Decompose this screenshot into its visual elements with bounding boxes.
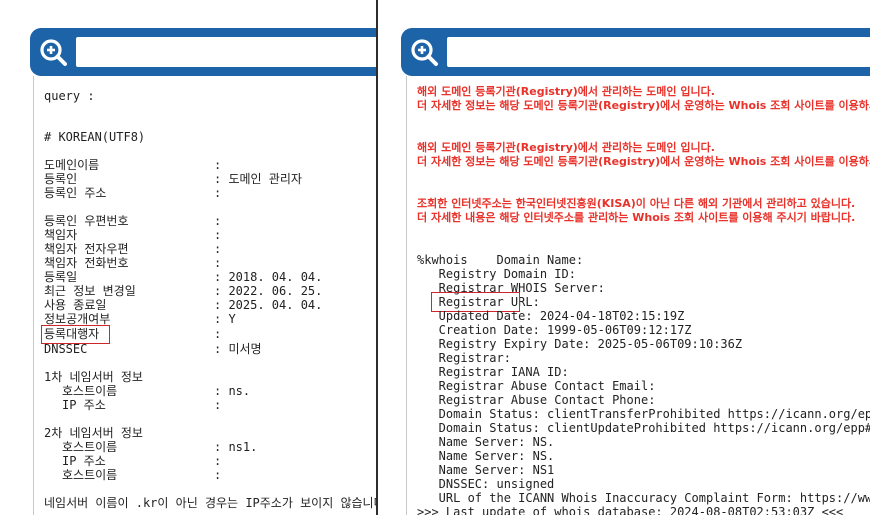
whois-line: Name Server: NS1 [417, 463, 555, 477]
left-whois-result: query : # KOREAN(UTF8) 도메인이름 : 등록인 : 도메인… [33, 76, 376, 515]
warning-text: 해외 도메인 등록기관(Registry)에서 관리하는 도메인 입니다. [417, 141, 715, 154]
warning-text: 더 자세한 정보는 해당 도메인 등록기관(Registry)에서 운영하는 W… [417, 155, 870, 168]
field-label: 정보공개여부 [44, 312, 111, 326]
warning-text: 해외 도메인 등록기관(Registry)에서 관리하는 도메인 입니다. [417, 85, 715, 98]
whois-line: Registrar: [417, 351, 511, 365]
whois-line: Updated Date: 2024-04-18T02:15:19Z [417, 309, 685, 323]
field-value: : [214, 158, 222, 172]
ns-row-label: IP 주소 [62, 398, 106, 412]
field-value: : Y [214, 312, 236, 326]
ns-row-value: : [214, 454, 222, 468]
field-label: 책임자 [44, 228, 78, 242]
field-value: : [214, 327, 222, 341]
query-line: query : [44, 89, 95, 103]
right-whois-panel: 해외 도메인 등록기관(Registry)에서 관리하는 도메인 입니다. 더 … [378, 0, 870, 515]
whois-line: Domain Status: clientUpdateProhibited ht… [438, 421, 870, 435]
field-value: : 2025. 04. 04. [214, 298, 323, 312]
field-label: 최근 정보 변경일 [44, 284, 136, 298]
whois-line: Registrar IANA ID: [417, 365, 569, 379]
whois-line: Registrar Abuse Contact Phone: [417, 393, 656, 407]
field-label: DNSSEC [44, 342, 88, 356]
ns1-title: 1차 네임서버 정보 [44, 370, 143, 384]
ns-row-label: 호스트이름 [62, 468, 118, 482]
whois-line: %kwhois Domain Name: [417, 253, 584, 267]
whois-line: Registrar Abuse Contact Email: [417, 379, 656, 393]
field-value: : [214, 256, 222, 270]
field-value: : [214, 228, 222, 242]
ns-row-label: 호스트이름 [62, 384, 118, 398]
whois-line: Name Server: NS. [417, 449, 555, 463]
whois-line: Creation Date: 1999-05-06T09:12:17Z [417, 323, 692, 337]
field-label: 사용 종료일 [44, 298, 107, 312]
right-whois-result: 해외 도메인 등록기관(Registry)에서 관리하는 도메인 입니다. 더 … [406, 76, 870, 515]
zoom-in-icon[interactable] [409, 37, 439, 67]
whois-line: >>> Last update of whois database: 2024-… [417, 505, 844, 515]
left-search-input[interactable] [76, 37, 376, 67]
warning-text: 조회한 인터넷주소는 한국인터넷진흥원(KISA)이 아닌 다른 해외 기관에서… [417, 197, 856, 210]
field-value: : [214, 242, 222, 256]
ns-row-value: : [214, 468, 222, 482]
field-value: : 2022. 06. 25. [214, 284, 323, 298]
field-label: 등록일 [44, 270, 78, 284]
field-label: 등록인 주소 [44, 186, 107, 200]
left-search-bar [30, 28, 376, 76]
encoding-header: # KOREAN(UTF8) [44, 130, 146, 144]
field-value: : [214, 186, 222, 200]
field-label: 등록인 우편번호 [44, 214, 129, 228]
whois-line: Name Server: NS. [417, 435, 555, 449]
warning-text: 더 자세한 내용은 해당 인터넷주소를 관리하는 Whois 조회 사이트를 이… [417, 211, 856, 224]
field-value: : 도메인 관리자 [214, 172, 302, 186]
whois-line: Registry Domain ID: [417, 267, 576, 281]
right-search-input[interactable] [447, 37, 870, 67]
field-label: 책임자 전자우편 [44, 242, 129, 256]
ns-row-value: : [214, 398, 222, 412]
field-label: 책임자 전화번호 [44, 256, 129, 270]
ns-row-value: : ns. [214, 384, 251, 398]
warning-text: 더 자세한 정보는 해당 도메인 등록기관(Registry)에서 운영하는 W… [417, 99, 870, 112]
footer-note: 네임서버 이름이 .kr이 아닌 경우는 IP주소가 보이지 않습니다. [44, 496, 376, 510]
whois-line: URL of the ICANN Whois Inaccuracy Compla… [438, 491, 870, 505]
whois-line: Domain Status: clientTransferProhibited … [438, 407, 870, 421]
ns-row-value: : ns1. [214, 440, 258, 454]
field-label: 도메인이름 [44, 158, 100, 172]
ns-row-label: 호스트이름 [62, 440, 118, 454]
field-value: : [214, 214, 222, 228]
ns2-title: 2차 네임서버 정보 [44, 426, 143, 440]
zoom-in-icon[interactable] [38, 37, 68, 67]
field-value: : 미서명 [214, 342, 262, 356]
whois-line: Registry Expiry Date: 2025-05-06T09:10:3… [417, 337, 743, 351]
whois-line: DNSSEC: unsigned [417, 477, 555, 491]
field-value: : 2018. 04. 04. [214, 270, 323, 284]
field-label: 등록인 [44, 172, 78, 186]
ns-row-label: IP 주소 [62, 454, 106, 468]
right-search-bar [401, 28, 870, 76]
left-whois-panel: query : # KOREAN(UTF8) 도메인이름 : 등록인 : 도메인… [0, 0, 376, 515]
